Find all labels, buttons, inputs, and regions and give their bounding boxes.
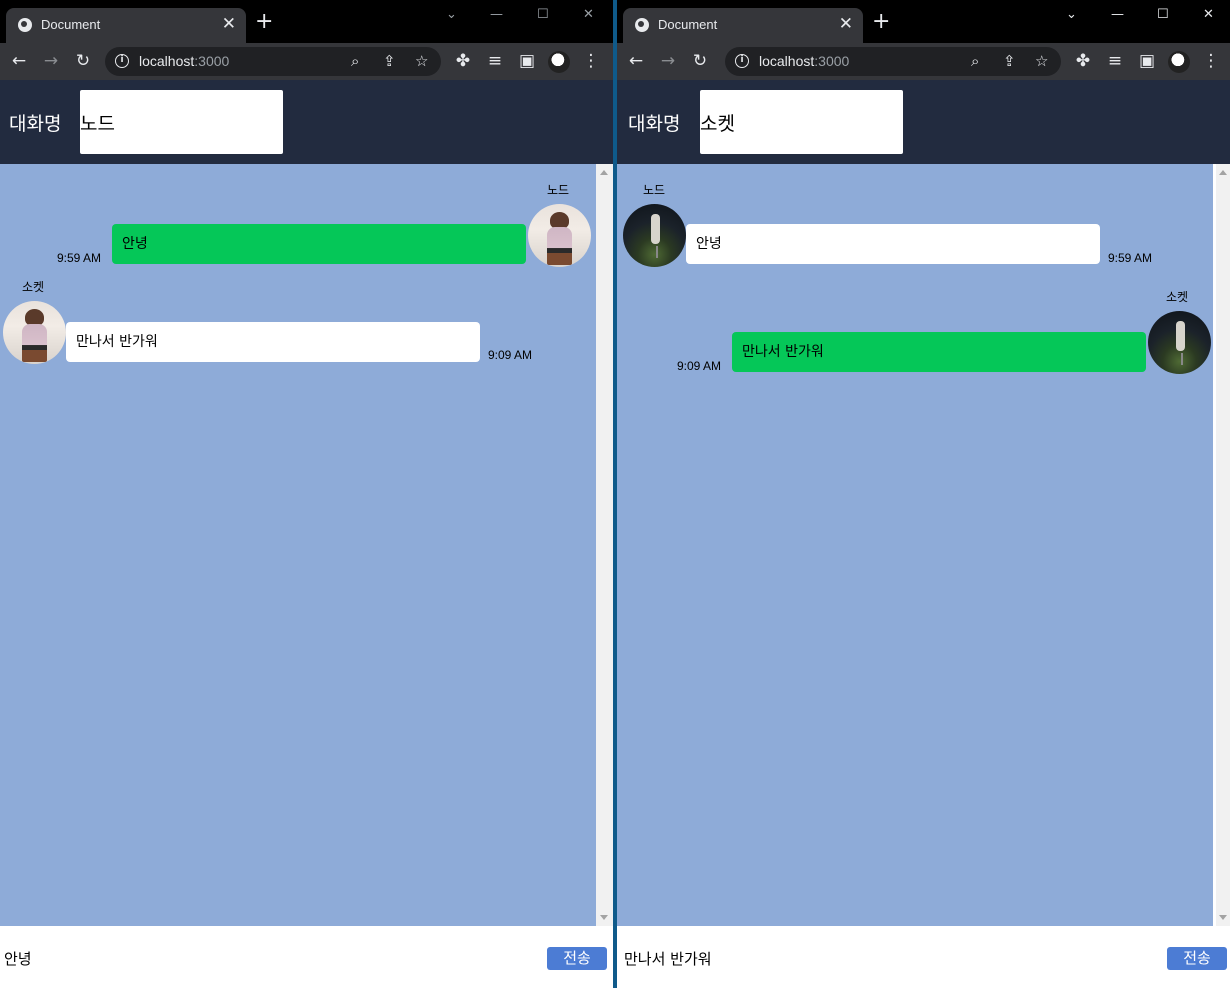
- profile-avatar[interactable]: [548, 51, 570, 73]
- chat-messages[interactable]: 노드 안녕 9:59 AM 소켓 만나서 반가워 9:09 AM: [617, 164, 1213, 926]
- chat-scrollbar[interactable]: [596, 164, 613, 926]
- nickname-input[interactable]: 소켓: [700, 90, 903, 154]
- avatar: [623, 204, 686, 267]
- reload-icon[interactable]: ↻: [72, 50, 94, 72]
- back-arrow-icon[interactable]: ←: [625, 50, 647, 72]
- web-page: 대화명 소켓 노드 안녕 9:59 AM 소켓 만나서 반가워 9:09 AM …: [617, 80, 1230, 988]
- tab-search-icon[interactable]: ⌄: [1066, 5, 1077, 25]
- browser-tab[interactable]: Document ✕: [623, 8, 863, 43]
- forward-arrow-icon[interactable]: →: [657, 50, 679, 72]
- address-bar[interactable]: i localhost:3000 ⌕ ⇪ ☆: [725, 47, 1061, 76]
- chat-header: 대화명 소켓: [617, 80, 1230, 164]
- compose-bar: 안녕 전송: [0, 926, 613, 988]
- message-bubble-other: 안녕: [686, 224, 1100, 264]
- maximize-button[interactable]: ☐: [537, 5, 549, 25]
- media-queue-icon[interactable]: ≡: [1104, 50, 1126, 72]
- browser-window-right: Document ✕ + ⌄ — ☐ ✕ ← → ↻ i localhost:3…: [617, 0, 1230, 988]
- tab-strip: Document ✕ + ⌄ — ☐ ✕: [617, 0, 1230, 43]
- bookmark-star-icon[interactable]: ☆: [1035, 51, 1048, 71]
- kebab-menu-icon[interactable]: ⋮: [580, 50, 602, 72]
- message-time: 9:59 AM: [1108, 251, 1153, 265]
- zoom-icon[interactable]: ⌕: [351, 51, 359, 71]
- message-time: 9:09 AM: [677, 359, 722, 373]
- close-window-button[interactable]: ✕: [583, 5, 594, 25]
- message-input[interactable]: 안녕: [4, 946, 524, 970]
- compose-bar: 만나서 반가워 전송: [617, 926, 1230, 988]
- url-text: localhost:3000: [759, 53, 850, 69]
- site-info-icon[interactable]: i: [735, 54, 749, 68]
- scroll-down-icon[interactable]: [1219, 915, 1227, 920]
- nickname-label: 대화명: [628, 113, 681, 135]
- minimize-button[interactable]: —: [490, 5, 503, 25]
- zoom-icon[interactable]: ⌕: [971, 51, 979, 71]
- chat-messages[interactable]: 노드 안녕 9:59 AM 소켓 만나서 반가워 9:09 AM: [0, 164, 596, 926]
- forward-arrow-icon[interactable]: →: [40, 50, 62, 72]
- nickname-label: 대화명: [9, 113, 62, 135]
- chat-header: 대화명 노드: [0, 80, 613, 164]
- tab-close-icon[interactable]: ✕: [222, 14, 236, 34]
- avatar: [1148, 311, 1211, 374]
- tab-search-icon[interactable]: ⌄: [446, 5, 457, 25]
- browser-toolbar: ← → ↻ i localhost:3000 ⌕ ⇪ ☆ ✤ ≡ ▣ ⋮: [0, 43, 613, 80]
- tab-title: Document: [41, 17, 101, 32]
- sender-name: 소켓: [1166, 290, 1189, 304]
- back-arrow-icon[interactable]: ←: [8, 50, 30, 72]
- tab-close-icon[interactable]: ✕: [839, 14, 853, 34]
- message-bubble-other: 만나서 반가워: [66, 322, 480, 362]
- maximize-button[interactable]: ☐: [1157, 5, 1169, 25]
- close-window-button[interactable]: ✕: [1203, 5, 1214, 25]
- tab-strip: Document ✕ + ⌄ — ☐ ✕: [0, 0, 613, 43]
- browser-toolbar: ← → ↻ i localhost:3000 ⌕ ⇪ ☆ ✤ ≡ ▣ ⋮: [617, 43, 1230, 80]
- sender-name: 소켓: [22, 280, 45, 294]
- browser-tab[interactable]: Document ✕: [6, 8, 246, 43]
- globe-icon: [635, 18, 649, 32]
- share-icon[interactable]: ⇪: [383, 51, 396, 71]
- message-bubble-mine: 안녕: [112, 224, 526, 264]
- scroll-up-icon[interactable]: [1219, 170, 1227, 175]
- nickname-input[interactable]: 노드: [80, 90, 283, 154]
- browser-window-left: Document ✕ + ⌄ — ☐ ✕ ← → ↻ i localhost:3…: [0, 0, 613, 988]
- sender-name: 노드: [547, 183, 570, 197]
- media-queue-icon[interactable]: ≡: [484, 50, 506, 72]
- minimize-button[interactable]: —: [1111, 5, 1124, 25]
- chat-scrollbar[interactable]: [1216, 164, 1230, 926]
- send-button[interactable]: 전송: [1167, 947, 1227, 970]
- avatar: [3, 301, 66, 364]
- bookmark-star-icon[interactable]: ☆: [415, 51, 428, 71]
- new-tab-button[interactable]: +: [255, 11, 273, 33]
- message-time: 9:59 AM: [57, 251, 102, 265]
- side-panel-icon[interactable]: ▣: [516, 50, 538, 72]
- share-icon[interactable]: ⇪: [1003, 51, 1016, 71]
- send-button[interactable]: 전송: [547, 947, 607, 970]
- kebab-menu-icon[interactable]: ⋮: [1200, 50, 1222, 72]
- web-page: 대화명 노드 노드 안녕 9:59 AM 소켓 만나서 반가워 9:09 AM …: [0, 80, 613, 988]
- sender-name: 노드: [643, 183, 666, 197]
- message-bubble-mine: 만나서 반가워: [732, 332, 1146, 372]
- url-text: localhost:3000: [139, 53, 230, 69]
- new-tab-button[interactable]: +: [872, 11, 890, 33]
- address-bar[interactable]: i localhost:3000 ⌕ ⇪ ☆: [105, 47, 441, 76]
- side-panel-icon[interactable]: ▣: [1136, 50, 1158, 72]
- message-input[interactable]: 만나서 반가워: [624, 946, 1144, 970]
- scroll-up-icon[interactable]: [600, 170, 608, 175]
- globe-icon: [18, 18, 32, 32]
- extensions-puzzle-icon[interactable]: ✤: [1072, 50, 1094, 72]
- tab-title: Document: [658, 17, 718, 32]
- site-info-icon[interactable]: i: [115, 54, 129, 68]
- avatar: [528, 204, 591, 267]
- extensions-puzzle-icon[interactable]: ✤: [452, 50, 474, 72]
- message-time: 9:09 AM: [488, 348, 533, 362]
- reload-icon[interactable]: ↻: [689, 50, 711, 72]
- profile-avatar[interactable]: [1168, 51, 1190, 73]
- scroll-down-icon[interactable]: [600, 915, 608, 920]
